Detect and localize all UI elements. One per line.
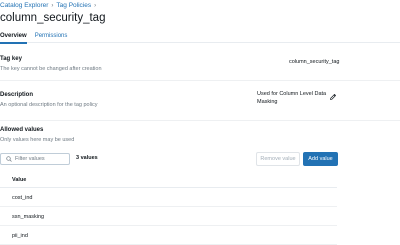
description-value-line-1: Used for Column Level Data: [257, 91, 327, 97]
breadcrumb: Catalog Explorer › Tag Policies ›: [0, 2, 96, 9]
allowed-values-label: Allowed values: [0, 127, 44, 133]
tab-bar: Overview Permissions: [0, 31, 400, 44]
page-title: column_security_tag: [0, 12, 106, 24]
description-value-line-2: Masking: [257, 99, 278, 105]
add-value-button[interactable]: Add value: [303, 152, 338, 166]
breadcrumb-separator: ›: [51, 2, 54, 9]
tab-permissions[interactable]: Permissions: [35, 31, 68, 43]
description-help: An optional description for the tag poli…: [0, 102, 98, 108]
tag-key-help: The key cannot be changed after creation: [0, 66, 102, 72]
tag-key-label: Tag key: [0, 56, 22, 62]
section-divider: [0, 120, 400, 121]
description-value: Used for Column Level Data Masking: [257, 90, 326, 106]
value-cell: cost_ind: [12, 195, 33, 201]
values-count: 3 values: [76, 155, 98, 161]
pencil-icon[interactable]: [329, 93, 337, 101]
breadcrumb-catalog-explorer[interactable]: Catalog Explorer: [0, 2, 48, 9]
table-row[interactable]: pii_ind: [0, 226, 337, 245]
remove-value-button[interactable]: Remove value: [256, 152, 300, 166]
value-cell: pii_ind: [12, 233, 28, 239]
search-icon: [6, 156, 12, 162]
allowed-values-help: Only values here may be used: [0, 137, 75, 143]
tag-key-value: column_security_tag: [289, 59, 340, 65]
breadcrumb-tag-policies[interactable]: Tag Policies: [56, 2, 91, 9]
value-cell: ssn_masking: [12, 214, 45, 220]
tab-overview[interactable]: Overview: [0, 31, 27, 44]
description-label: Description: [0, 92, 34, 98]
table-row[interactable]: ssn_masking: [0, 207, 337, 226]
filter-values-input[interactable]: [15, 156, 67, 162]
table-row[interactable]: cost_ind: [0, 188, 337, 207]
column-header-value: Value: [12, 177, 27, 183]
breadcrumb-separator: ›: [94, 2, 97, 9]
section-divider: [0, 80, 400, 81]
filter-values-field[interactable]: [0, 153, 70, 165]
table-header: Value: [0, 172, 337, 188]
